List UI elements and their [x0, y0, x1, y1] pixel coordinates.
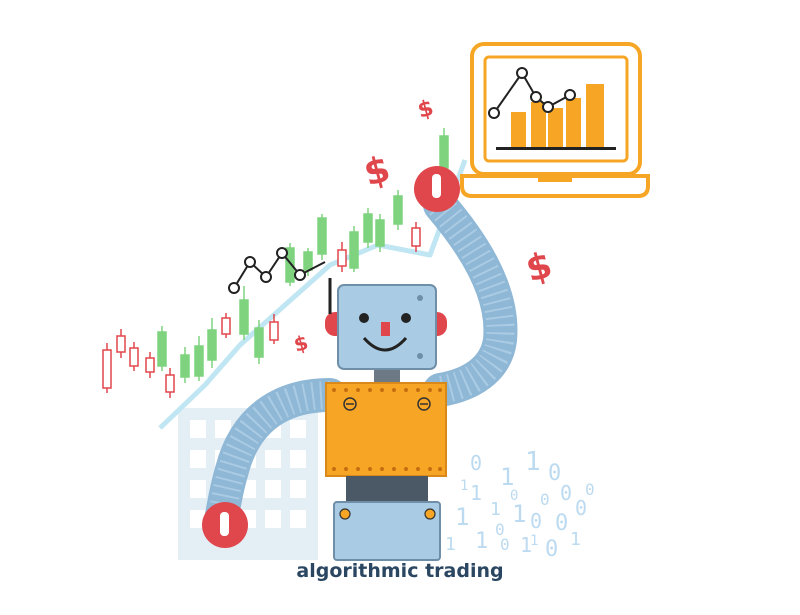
binary-digit: 1 — [475, 529, 488, 554]
binary-digit: 1 — [445, 534, 456, 555]
candle-body — [129, 347, 139, 367]
svg-text:$: $ — [360, 149, 395, 195]
binary-digit: 1 — [490, 499, 501, 520]
binary-digit: 0 — [530, 509, 542, 533]
binary-digit: 1 — [500, 463, 514, 491]
binary-digit: 1 — [455, 503, 469, 531]
candle-body — [411, 227, 421, 247]
candle-body — [337, 249, 347, 267]
candle-body — [165, 374, 175, 393]
candle-body — [157, 331, 167, 367]
binary-digit: 0 — [540, 490, 550, 509]
caption: algorithmic trading — [296, 560, 504, 582]
candle-body — [221, 317, 231, 335]
svg-text:$: $ — [415, 96, 436, 124]
illustration: $ $ $ $ 0 1 1 0011 1 1 0 001 1 0 1 0 1001010 — [102, 42, 650, 562]
binary-digit: 0 — [560, 481, 572, 505]
binary-digit: 1 — [530, 533, 538, 549]
binary-digit: 0 — [495, 520, 505, 539]
candle-body — [317, 217, 327, 255]
binary-digit: 1 — [460, 478, 468, 494]
candle-body — [145, 357, 155, 373]
svg-text:$: $ — [522, 245, 557, 291]
binary-digit: 1 — [570, 529, 581, 550]
candle-body — [303, 251, 313, 271]
candle-body — [207, 329, 217, 361]
svg-text:$: $ — [291, 330, 311, 357]
binary-digit: 0 — [585, 480, 595, 499]
candle-body — [349, 231, 359, 269]
binary-digit: 1 — [525, 447, 541, 477]
candle-body — [375, 219, 385, 247]
candle-body — [180, 354, 190, 378]
binary-digit: 0 — [510, 488, 518, 504]
binary-digit: 1 — [512, 500, 526, 528]
binary-digit: 1 — [470, 481, 482, 505]
binary-digit: 0 — [470, 451, 482, 475]
candle-body — [439, 135, 449, 169]
binary-code-icon: 0 1 1 0011 1 1 0 001 1 0 1 0 1001010 — [445, 447, 595, 562]
candle-body — [254, 327, 264, 358]
candle-body — [116, 335, 126, 353]
binary-digit: 0 — [545, 537, 558, 562]
binary-digit: 0 — [555, 511, 568, 536]
candle-body — [194, 345, 204, 377]
candle-body — [239, 299, 249, 335]
laptop-icon — [460, 42, 650, 198]
candle-body — [102, 349, 112, 389]
candle-body — [363, 213, 373, 243]
candle-body — [393, 195, 403, 225]
binary-digit: 0 — [575, 496, 587, 520]
candle-body — [269, 321, 279, 341]
